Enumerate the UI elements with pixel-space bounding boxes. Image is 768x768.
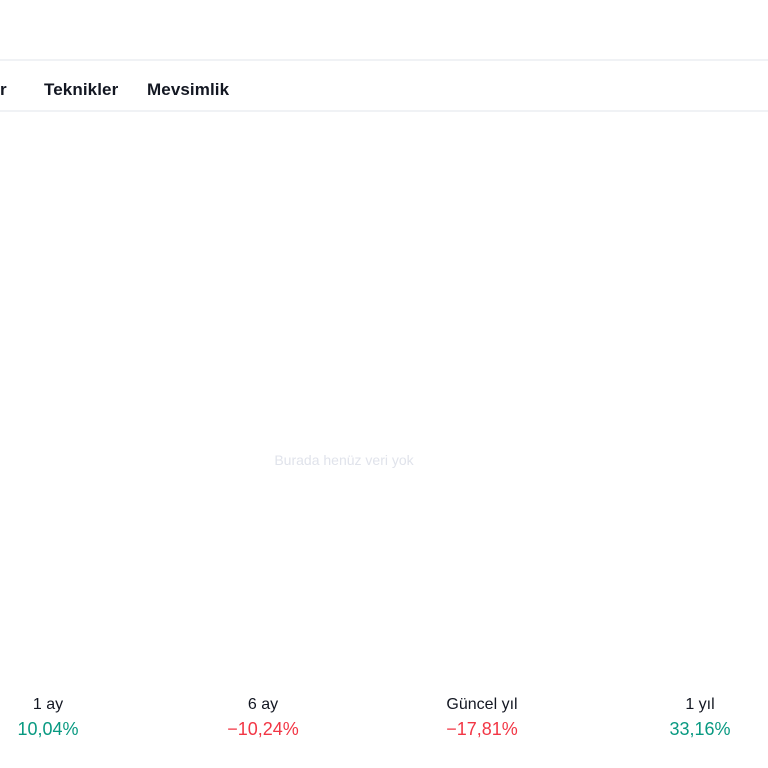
perf-label: 6 ay: [247, 696, 279, 713]
perf-label: 1 ay: [32, 696, 64, 713]
tab-bar: r Teknikler Mevsimlik: [0, 61, 768, 110]
perf-item-1-year: 1 yıl 33,16%: [669, 695, 730, 740]
empty-state-message: Burada henüz veri yok: [274, 452, 414, 468]
perf-value: 10,04%: [17, 719, 79, 739]
perf-value: 33,16%: [669, 719, 731, 739]
tab-bar-bottom-divider: [0, 110, 768, 112]
tab-mevsimlik[interactable]: Mevsimlik: [147, 80, 229, 99]
perf-item-year-to-date: Güncel yıl −17,81%: [446, 695, 518, 740]
perf-item-1-month: 1 ay 10,04%: [17, 695, 78, 740]
perf-label: 1 yıl: [685, 696, 715, 713]
tab-partial-clipped[interactable]: r: [0, 80, 7, 99]
tab-teknikler[interactable]: Teknikler: [44, 80, 118, 99]
perf-value: −17,81%: [446, 719, 518, 739]
performance-row: 1 ay 10,04% 6 ay −10,24% Güncel yıl −17,…: [0, 695, 768, 745]
symbol-detail-pane: r Teknikler Mevsimlik Burada henüz veri …: [0, 0, 768, 768]
perf-value: −10,24%: [227, 719, 299, 739]
perf-label: Güncel yıl: [446, 696, 518, 713]
perf-item-6-months: 6 ay −10,24%: [227, 695, 299, 740]
